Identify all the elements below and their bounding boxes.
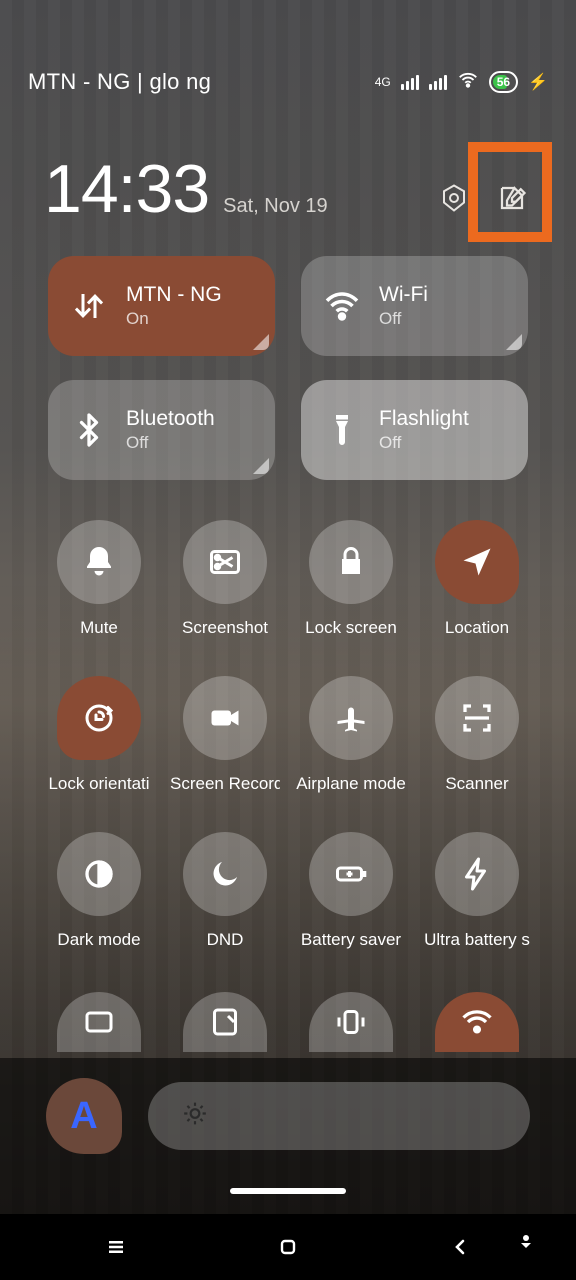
tile-title: Flashlight [379, 407, 469, 431]
video-icon [207, 700, 243, 736]
status-bar: MTN - NG | glo ng 4G 56 ⚡ [0, 0, 576, 108]
clock-row: 14:33 Sat, Nov 19 [0, 150, 576, 228]
toggle-label: Battery saver [301, 930, 401, 950]
flashlight-tile[interactable]: Flashlight Off [301, 380, 528, 480]
clock-time: 14:33 [44, 150, 209, 228]
toggle-label: Screen Record [170, 774, 280, 794]
vibration-toggle[interactable] [292, 992, 410, 1052]
hotspot-toggle[interactable] [418, 992, 536, 1052]
location-icon [459, 544, 495, 580]
scan-icon [459, 700, 495, 736]
rotation-lock-icon [81, 700, 117, 736]
screenshot-toggle[interactable]: Screenshot [166, 520, 284, 638]
tile-subtitle: Off [126, 433, 215, 453]
wifi-tile[interactable]: Wi-Fi Off [301, 256, 528, 356]
signal-icon-2 [429, 75, 447, 90]
lock-screen-toggle[interactable]: Lock screen [292, 520, 410, 638]
bluetooth-icon [70, 411, 108, 449]
ultra-battery-toggle[interactable]: Ultra battery s [418, 832, 536, 950]
quick-toggles-row-4 [0, 992, 576, 1052]
location-toggle[interactable]: Location [418, 520, 536, 638]
auto-brightness-toggle[interactable]: A [46, 1078, 122, 1154]
battery-plus-icon [333, 856, 369, 892]
tile-subtitle: On [126, 309, 222, 329]
network-type: 4G [375, 77, 391, 87]
expand-button[interactable] [506, 1222, 546, 1262]
toggle-label: DND [207, 930, 244, 950]
dark-mode-toggle[interactable]: Dark mode [40, 832, 158, 950]
airplane-icon [333, 700, 369, 736]
contrast-icon [81, 856, 117, 892]
flashlight-icon [323, 411, 361, 449]
status-icons: 4G 56 ⚡ [375, 69, 548, 96]
toggle-label: Lock orientati [48, 774, 149, 794]
tile-title: MTN - NG [126, 283, 222, 307]
lock-icon [333, 544, 369, 580]
mobile-data-tile[interactable]: MTN - NG On [48, 256, 275, 356]
toggle-label: Dark mode [57, 930, 140, 950]
screen-recorder-toggle[interactable]: Screen Record [166, 676, 284, 794]
signal-icon [401, 75, 419, 90]
wifi-status-icon [457, 69, 479, 96]
bluetooth-tile[interactable]: Bluetooth Off [48, 380, 275, 480]
lightning-icon [459, 856, 495, 892]
navigation-bar [0, 1214, 576, 1280]
edit-button[interactable] [492, 178, 532, 218]
carrier-label: MTN - NG | glo ng [28, 69, 211, 95]
quick-tiles: MTN - NG On Wi-Fi Off Bluetooth Off Flas… [0, 256, 576, 480]
tile-title: Wi-Fi [379, 283, 428, 307]
tile-title: Bluetooth [126, 407, 215, 431]
recents-button[interactable] [96, 1227, 136, 1267]
toggle-label: Airplane mode [296, 774, 406, 794]
battery-saver-toggle[interactable]: Battery saver [292, 832, 410, 950]
back-button[interactable] [440, 1227, 480, 1267]
scanner-toggle[interactable]: Scanner [418, 676, 536, 794]
brightness-icon [182, 1101, 208, 1132]
toggle-label: Lock screen [305, 618, 397, 638]
battery-indicator: 56 [489, 71, 518, 93]
vibrate-icon [333, 1004, 369, 1040]
dnd-toggle[interactable]: DND [166, 832, 284, 950]
clock-date: Sat, Nov 19 [223, 195, 328, 228]
home-button[interactable] [268, 1227, 308, 1267]
brightness-slider[interactable] [148, 1082, 530, 1150]
mute-toggle[interactable]: Mute [40, 520, 158, 638]
toggle-label: Location [445, 618, 509, 638]
wifi-icon [323, 287, 361, 325]
toggle-label: Mute [80, 618, 118, 638]
charging-icon: ⚡ [528, 72, 548, 92]
tile-subtitle: Off [379, 309, 428, 329]
toggle-label: Screenshot [182, 618, 268, 638]
quick-toggles: Mute Screenshot Lock screen Location Loc… [0, 520, 576, 950]
notes-toggle[interactable] [166, 992, 284, 1052]
airplane-mode-toggle[interactable]: Airplane mode [292, 676, 410, 794]
home-indicator[interactable] [230, 1188, 346, 1194]
toggle-label: Ultra battery s [424, 930, 530, 950]
auto-brightness-label: A [70, 1095, 97, 1138]
cast-icon [81, 1004, 117, 1040]
bell-icon [81, 544, 117, 580]
toggle-label: Scanner [445, 774, 508, 794]
lock-orientation-toggle[interactable]: Lock orientati [40, 676, 158, 794]
cast-toggle[interactable] [40, 992, 158, 1052]
tile-subtitle: Off [379, 433, 469, 453]
mobile-data-icon [70, 287, 108, 325]
scissors-icon [207, 544, 243, 580]
hotspot-icon [459, 1004, 495, 1040]
moon-icon [207, 856, 243, 892]
settings-button[interactable] [434, 178, 474, 218]
note-edit-icon [207, 1004, 243, 1040]
